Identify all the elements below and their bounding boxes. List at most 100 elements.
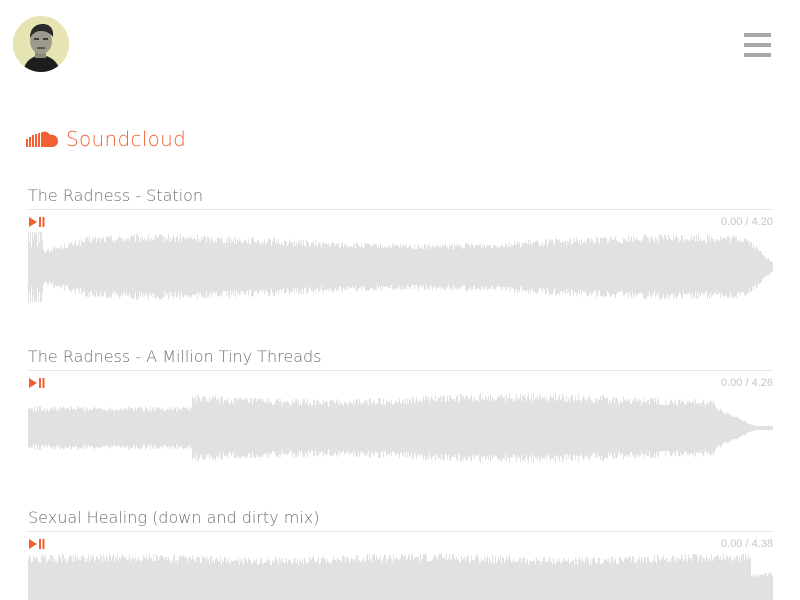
waveform[interactable] (28, 554, 773, 600)
avatar[interactable] (13, 16, 69, 72)
waveform-bar (616, 564, 617, 600)
waveform-bar (97, 408, 98, 447)
waveform-bar (572, 244, 573, 291)
waveform-bar (36, 556, 37, 600)
waveform-bar (551, 397, 552, 459)
waveform-bar (473, 247, 474, 288)
waveform-bar (61, 245, 62, 290)
waveform-bar (389, 248, 390, 287)
waveform-bar (557, 559, 558, 600)
waveform-bar (555, 565, 556, 600)
waveform-bar (703, 240, 704, 295)
waveform-bar (620, 243, 621, 291)
waveform-bar (757, 247, 758, 286)
waveform-bar (190, 237, 191, 297)
waveform-bar (311, 406, 312, 450)
waveform-bar (170, 238, 171, 297)
waveform-bar (573, 238, 574, 295)
waveform-bar (731, 415, 732, 441)
waveform-bar (472, 560, 473, 600)
waveform-bar (770, 573, 771, 600)
waveform-bar (183, 407, 184, 450)
waveform-bar (327, 403, 328, 454)
waveform-bar (629, 556, 630, 600)
waveform-bar (106, 556, 107, 600)
hamburger-menu-icon[interactable] (744, 33, 771, 57)
waveform-bar (603, 239, 604, 295)
waveform-bar (247, 244, 248, 290)
waveform-bar (353, 400, 354, 457)
waveform-bar (755, 426, 756, 430)
waveform-bar (645, 236, 646, 299)
menu-bar (744, 53, 771, 57)
waveform-bar (481, 559, 482, 600)
waveform-bar (78, 561, 79, 600)
waveform-bar (166, 557, 167, 600)
waveform-bar (121, 239, 122, 295)
waveform-bar (729, 556, 730, 600)
waveform[interactable] (28, 232, 773, 302)
waveform-bar (665, 559, 666, 600)
waveform-bar (62, 554, 63, 600)
waveform-bar (333, 555, 334, 600)
waveform-bar (217, 398, 218, 458)
waveform[interactable] (28, 393, 773, 463)
waveform-bar (396, 401, 397, 456)
waveform-bar (462, 399, 463, 457)
waveform-bar (295, 246, 296, 289)
play-pause-button[interactable] (28, 377, 46, 389)
waveform-bar (292, 399, 293, 456)
waveform-bar (181, 409, 182, 447)
waveform-bar (697, 557, 698, 600)
waveform-bar (159, 557, 160, 600)
waveform-bar (535, 398, 536, 458)
waveform-bar (237, 401, 238, 456)
waveform-bar (613, 397, 614, 459)
waveform-bar (487, 400, 488, 456)
waveform-bar (760, 426, 761, 430)
waveform-bar (590, 399, 591, 457)
waveform-bar (603, 395, 604, 460)
waveform-bar (412, 555, 413, 600)
waveform-bar (124, 240, 125, 293)
waveform-bar (659, 561, 660, 600)
waveform-bar (452, 399, 453, 457)
waveform-bar (231, 239, 232, 295)
waveform-bar (256, 559, 257, 600)
waveform-bar (355, 248, 356, 286)
waveform-bar (440, 396, 441, 460)
waveform-bar (751, 242, 752, 291)
waveform-bar (317, 400, 318, 455)
waveform-bar (37, 406, 38, 450)
waveform-bar (572, 395, 573, 461)
waveform-bar (90, 409, 91, 447)
waveform-bar (339, 560, 340, 600)
waveform-bar (332, 242, 333, 292)
waveform-bar (584, 400, 585, 457)
waveform-bar (76, 410, 77, 447)
waveform-bar (89, 237, 90, 298)
waveform-bar (673, 556, 674, 600)
waveform-bar (262, 399, 263, 457)
waveform-bar (698, 403, 699, 454)
waveform-bar (175, 408, 176, 449)
waveform-bar (99, 559, 100, 600)
waveform-bar (45, 253, 46, 281)
waveform-bar (214, 241, 215, 293)
play-pause-button[interactable] (28, 538, 46, 550)
waveform-bar (461, 556, 462, 600)
waveform-bar (445, 560, 446, 600)
waveform-bar (29, 408, 30, 448)
waveform-bar (33, 412, 34, 445)
waveform-bar (171, 560, 172, 600)
waveform-bar (57, 563, 58, 600)
waveform-bar (48, 559, 49, 600)
waveform-bar (497, 396, 498, 460)
waveform-bar (558, 398, 559, 459)
waveform-bar (82, 242, 83, 293)
waveform-bar (337, 402, 338, 454)
waveform-bar (693, 236, 694, 298)
waveform-bar (650, 562, 651, 600)
play-pause-button[interactable] (28, 216, 46, 228)
waveform-bar (44, 251, 45, 282)
